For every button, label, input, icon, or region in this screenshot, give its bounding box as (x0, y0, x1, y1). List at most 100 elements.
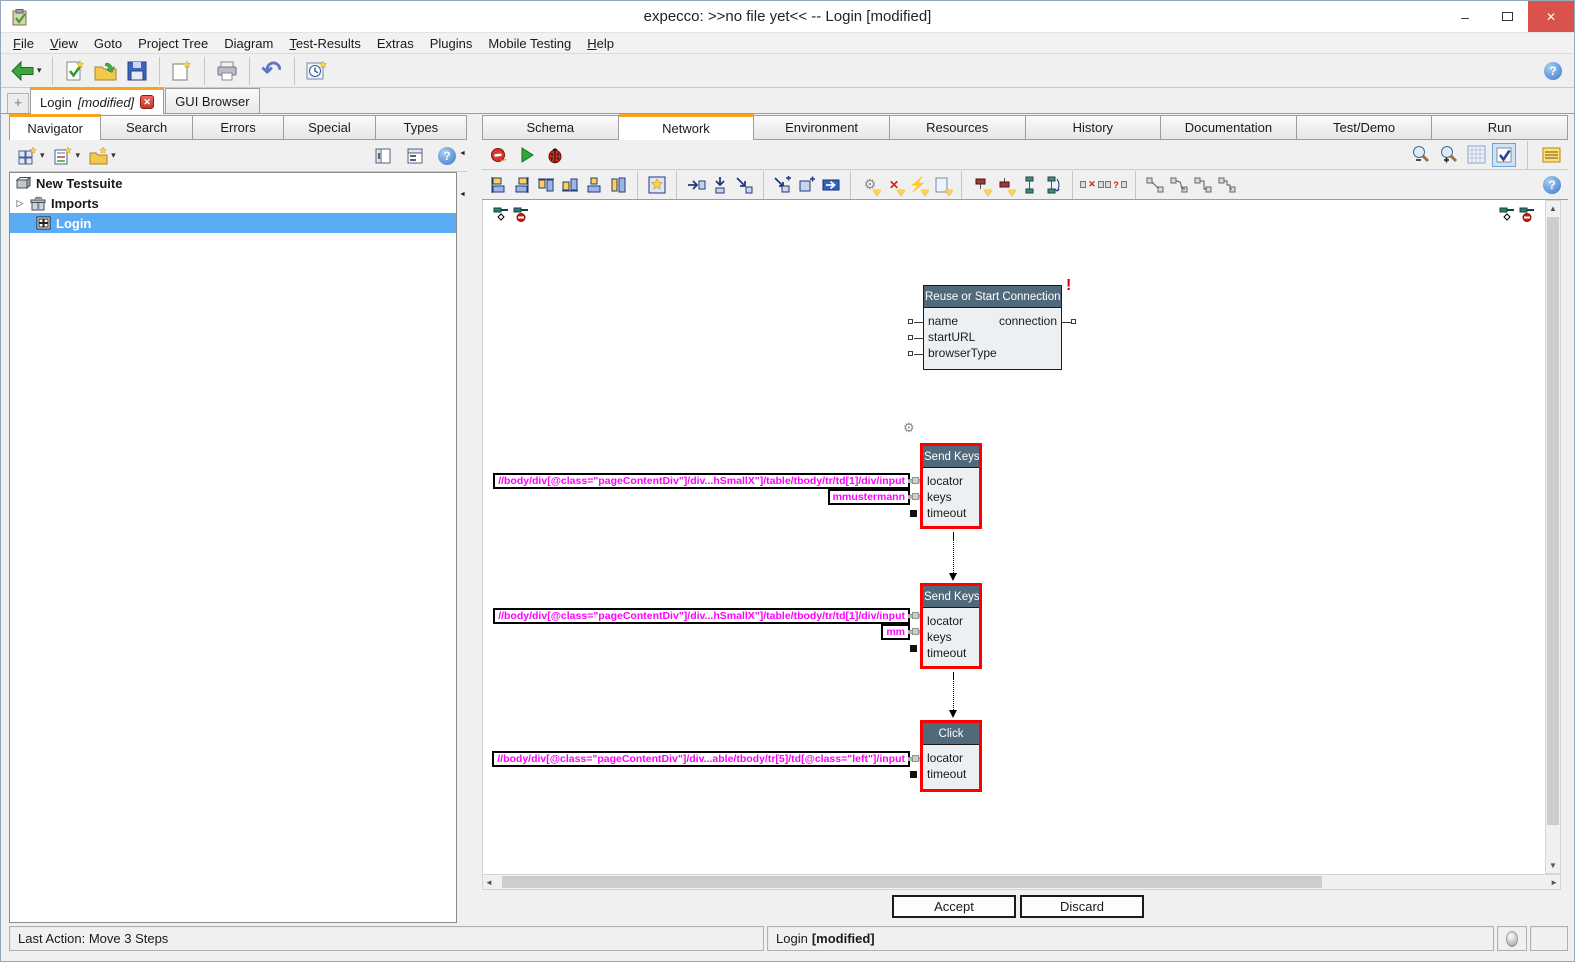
diagram-input-anchor-icon[interactable] (1499, 206, 1515, 227)
distribute-button[interactable] (1017, 173, 1041, 197)
swap-connection-button[interactable] (1041, 173, 1065, 197)
help-button[interactable]: ? (1538, 56, 1568, 86)
menu-diagram[interactable]: Diagram (216, 35, 281, 52)
open-file-button[interactable] (90, 56, 122, 86)
align-left-button[interactable] (486, 173, 510, 197)
collapse-item-button[interactable] (400, 141, 430, 171)
line-style-ortho-button[interactable] (1191, 173, 1215, 197)
accept-check-button[interactable] (60, 56, 90, 86)
new-connection-button[interactable] (771, 173, 795, 197)
pin-connector[interactable] (912, 493, 919, 500)
align-top-button[interactable] (534, 173, 558, 197)
pin-startURL[interactable]: startURL (924, 329, 1061, 345)
pin-connection[interactable]: connection (999, 313, 1057, 329)
annotations-button[interactable] (1539, 143, 1563, 167)
new-tab-button[interactable]: + (7, 93, 29, 113)
vertical-scrollbar[interactable]: ▲ ▼ (1545, 200, 1561, 874)
accept-button[interactable]: Accept (892, 895, 1016, 918)
expand-item-button[interactable] (368, 141, 398, 171)
pin-connector[interactable] (912, 477, 919, 484)
keys-value-label[interactable]: mm (881, 624, 910, 640)
xpath-value-label[interactable]: //body/div[@class="pageContentDiv"]/div.… (492, 751, 910, 767)
diagram-output-anchor-icon[interactable] (1519, 206, 1535, 227)
new-step-button[interactable] (795, 173, 819, 197)
diagram-input-anchor-icon[interactable] (493, 206, 509, 227)
query-connection-button[interactable]: ? (1104, 173, 1128, 197)
line-style-direct-button[interactable] (1143, 173, 1167, 197)
discard-button[interactable]: Discard (1020, 895, 1144, 918)
scroll-right-icon[interactable]: ► (1550, 875, 1558, 890)
panel-splitter[interactable]: ◄ ◄ (458, 144, 467, 264)
tab-schema[interactable]: Schema (482, 115, 619, 140)
tab-documentation[interactable]: Documentation (1161, 115, 1297, 140)
debug-button[interactable] (543, 143, 567, 167)
snap-toggle-button[interactable] (1492, 142, 1516, 167)
scroll-left-icon[interactable]: ◄ (485, 875, 493, 890)
new-item-menu-button[interactable]: ▾ (50, 141, 84, 171)
restart-button[interactable] (302, 56, 332, 86)
print-button[interactable] (212, 56, 242, 86)
network-canvas[interactable]: Reuse or Start Connection name startURL … (482, 200, 1545, 874)
menu-goto[interactable]: Goto (86, 35, 130, 52)
run-button[interactable] (515, 143, 539, 167)
horizontal-scrollbar[interactable]: ◄ ► (482, 874, 1561, 890)
tree-item-imports[interactable]: ▷ Imports (10, 193, 456, 213)
scroll-up-icon[interactable]: ▲ (1546, 201, 1560, 216)
keys-value-label[interactable]: mmustermann (827, 489, 910, 505)
menu-view[interactable]: View (42, 35, 86, 52)
import-step-button[interactable] (708, 173, 732, 197)
tab-run[interactable]: Run (1432, 115, 1568, 140)
pin-timeout[interactable]: timeout (923, 766, 979, 782)
tab-resources[interactable]: Resources (889, 115, 1026, 140)
tab-history[interactable]: History (1025, 115, 1162, 140)
align-center-vertical-button[interactable] (606, 173, 630, 197)
minimize-button[interactable]: – (1444, 1, 1486, 32)
stop-button[interactable] (487, 143, 511, 167)
tree-item-login[interactable]: Login (10, 213, 456, 233)
input-pin-connector[interactable] (908, 351, 913, 356)
close-button[interactable]: ✕ (1528, 1, 1574, 32)
pin-connector[interactable] (912, 755, 919, 762)
align-center-horizontal-button[interactable] (582, 173, 606, 197)
network-help-button[interactable]: ? (1540, 173, 1564, 197)
remove-connection-button[interactable]: ✕ (1080, 173, 1104, 197)
scroll-down-icon[interactable]: ▼ (1546, 858, 1560, 873)
block-reuse-or-start-connection[interactable]: Reuse or Start Connection name startURL … (923, 285, 1062, 370)
menu-file[interactable]: File (5, 35, 42, 52)
step-into-button[interactable] (684, 173, 708, 197)
tab-login[interactable]: Login [modified] ✕ (30, 87, 165, 114)
tab-search[interactable]: Search (101, 115, 193, 140)
vertical-scroll-thumb[interactable] (1547, 217, 1559, 825)
pin-locator[interactable]: locator (923, 750, 979, 766)
menu-test-results[interactable]: Test-Results (281, 35, 369, 52)
menu-project-tree[interactable]: Project Tree (130, 35, 216, 52)
new-folder-menu-button[interactable]: ▾ (85, 141, 119, 171)
menu-plugins[interactable]: Plugins (422, 35, 481, 52)
pin-keys[interactable]: keys (923, 629, 979, 645)
pin-locator[interactable]: locator (923, 613, 979, 629)
input-pin-connector[interactable] (908, 319, 913, 324)
maximize-button[interactable] (1486, 1, 1528, 32)
block-send-keys-2[interactable]: Send Keys locator keys timeout (920, 583, 982, 669)
make-trigger-button[interactable]: ⚡ (906, 173, 930, 197)
pin-keys[interactable]: keys (923, 489, 979, 505)
new-window-button[interactable] (167, 56, 197, 86)
pin-browserType[interactable]: browserType (924, 345, 1061, 361)
grid-toggle-button[interactable] (1464, 143, 1488, 167)
pin-input-button[interactable] (969, 173, 993, 197)
pin-timeout[interactable]: timeout (923, 645, 979, 661)
input-pin-connector[interactable] (908, 335, 913, 340)
block-send-keys-1[interactable]: Send Keys locator keys timeout (920, 443, 982, 529)
align-right-button[interactable] (510, 173, 534, 197)
make-action-button[interactable]: ⚙ (858, 173, 882, 197)
xpath-value-label[interactable]: //body/div[@class="pageContentDiv"]/div.… (493, 473, 910, 489)
pin-timeout[interactable]: timeout (923, 505, 979, 521)
tab-network[interactable]: Network (618, 114, 755, 141)
tab-close-icon[interactable]: ✕ (140, 95, 155, 109)
tree-item-testsuite[interactable]: New Testsuite (10, 173, 456, 193)
menu-extras[interactable]: Extras (369, 35, 422, 52)
expand-triangle-icon[interactable]: ▷ (15, 198, 25, 209)
zoom-in-button[interactable] (1436, 143, 1460, 167)
tab-navigator[interactable]: Navigator (9, 114, 102, 141)
make-data-button[interactable] (930, 173, 954, 197)
